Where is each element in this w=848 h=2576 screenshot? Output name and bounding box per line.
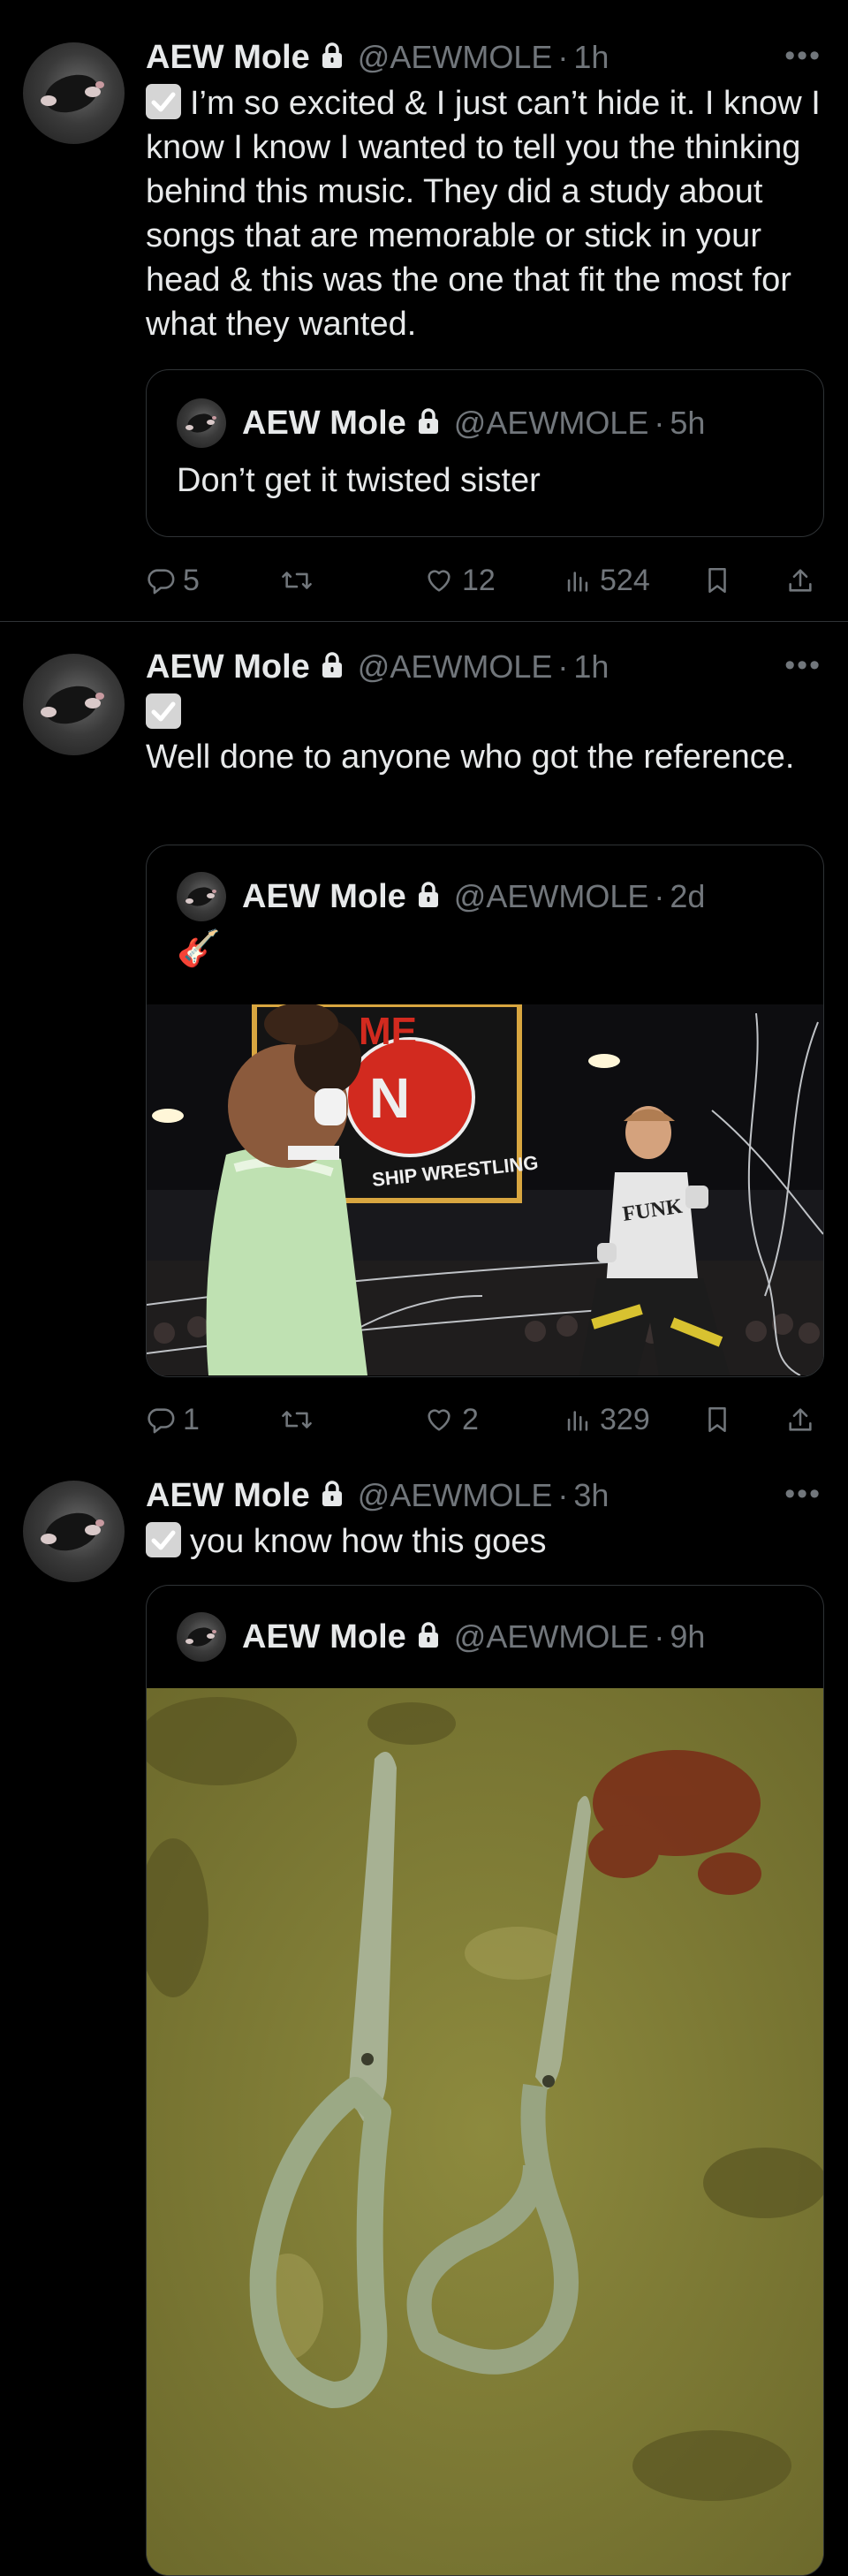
quoted-tweet[interactable]: AEW Mole @AEWMOLE · 9h <box>146 1585 824 2576</box>
reply-icon <box>148 569 175 595</box>
quoted-time: 5h <box>670 405 706 441</box>
tweet-header: AEW Mole @AEWMOLE · 1h <box>146 648 610 686</box>
reply-button[interactable]: 1 <box>146 1398 200 1442</box>
share-button[interactable] <box>785 558 822 602</box>
quoted-author-handle: @AEWMOLE <box>453 878 649 914</box>
banner-text-top: ME <box>359 1010 417 1053</box>
quoted-header: AEW Mole @AEWMOLE · 9h <box>177 1612 705 1662</box>
check-box-emoji <box>146 1522 181 1557</box>
separator-dot: · <box>557 39 569 75</box>
like-button[interactable]: 12 <box>423 558 496 602</box>
bookmark-button[interactable] <box>702 558 739 602</box>
lock-icon <box>417 1621 440 1653</box>
reply-button[interactable]: 5 <box>146 558 200 602</box>
tweet-header: AEW Mole @AEWMOLE · 1h <box>146 35 609 80</box>
quoted-tweet[interactable]: AEW Mole @AEWMOLE · 2d 🎸 ME N SHIP WREST… <box>146 845 824 1377</box>
author-handle[interactable]: @AEWMOLE <box>358 39 553 76</box>
bookmark-icon <box>708 1406 726 1433</box>
quoted-time: 2d <box>670 878 706 914</box>
share-icon <box>789 1408 812 1431</box>
author-handle[interactable]: @AEWMOLE <box>358 648 553 686</box>
bookmark-icon <box>708 567 726 594</box>
like-count: 12 <box>462 563 496 597</box>
tweet-header: AEW Mole @AEWMOLE · 3h <box>146 1476 610 1515</box>
view-count: 524 <box>600 563 650 597</box>
tweet-text-body: Well done to anyone who got the referenc… <box>146 739 795 776</box>
more-icon[interactable]: ••• <box>784 39 822 73</box>
tweet-text: I’m so excited & I just can’t hide it. I… <box>146 81 835 346</box>
heart-icon <box>428 570 450 592</box>
action-bar: 5 12 524 <box>146 558 826 602</box>
tweet-1[interactable]: AEW Mole @AEWMOLE · 1h ••• I’m so excite… <box>0 0 848 618</box>
views-icon <box>567 572 588 592</box>
lock-icon <box>417 407 440 439</box>
author-handle[interactable]: @AEWMOLE <box>358 1477 553 1514</box>
tweet-text-body: you know how this goes <box>190 1523 547 1560</box>
tweet-text-body: I’m so excited & I just can’t hide it. I… <box>146 85 821 343</box>
lock-icon <box>321 42 344 73</box>
tweet-2[interactable]: AEW Mole @AEWMOLE · 1h ••• Well done to … <box>0 622 848 1452</box>
quoted-avatar <box>177 872 226 921</box>
views-button[interactable]: 524 <box>563 558 650 602</box>
view-count: 329 <box>600 1402 650 1436</box>
scissors-photo[interactable] <box>147 1688 823 2575</box>
bookmark-button[interactable] <box>702 1398 739 1442</box>
lock-icon <box>321 1480 344 1512</box>
quoted-header: AEW Mole @AEWMOLE · 2d <box>177 872 705 921</box>
author-name[interactable]: AEW Mole <box>146 39 310 77</box>
repost-button[interactable] <box>280 1398 321 1442</box>
tweet-time[interactable]: 3h <box>573 1477 609 1514</box>
lock-icon <box>417 881 440 913</box>
repost-icon <box>282 572 312 589</box>
more-icon[interactable]: ••• <box>784 648 822 683</box>
svg-text:N: N <box>369 1066 410 1130</box>
guitar-emoji: 🎸 <box>177 929 221 968</box>
quoted-author-handle: @AEWMOLE <box>453 405 649 441</box>
tweet-time[interactable]: 1h <box>573 39 609 76</box>
quoted-avatar <box>177 1612 226 1662</box>
more-icon[interactable]: ••• <box>784 1477 822 1512</box>
wrestling-photo[interactable]: ME N SHIP WRESTLING FUNK <box>147 1004 823 1375</box>
tweet-3[interactable]: AEW Mole @AEWMOLE · 3h ••• you know how … <box>0 1452 848 2576</box>
tweet-text: you know how this goes <box>146 1519 835 1564</box>
mole-avatar[interactable] <box>23 42 125 144</box>
reply-count: 5 <box>183 563 200 597</box>
views-button[interactable]: 329 <box>563 1398 650 1442</box>
lock-icon <box>321 651 344 683</box>
author-name[interactable]: AEW Mole <box>146 1477 310 1515</box>
quoted-author-name: AEW Mole <box>242 404 406 442</box>
quoted-time: 9h <box>670 1618 706 1655</box>
repost-button[interactable] <box>280 558 321 602</box>
tweet-time[interactable]: 1h <box>573 648 609 686</box>
heart-icon <box>428 1409 450 1431</box>
action-bar: 1 2 329 <box>146 1398 826 1442</box>
author-name[interactable]: AEW Mole <box>146 648 310 686</box>
like-count: 2 <box>462 1402 479 1436</box>
quoted-author-name: AEW Mole <box>242 877 406 915</box>
quoted-author-handle: @AEWMOLE <box>453 1618 649 1655</box>
share-icon <box>789 569 812 592</box>
reply-count: 1 <box>183 1402 200 1436</box>
check-box-emoji <box>146 693 181 729</box>
quoted-header: AEW Mole @AEWMOLE · 5h <box>177 398 705 448</box>
quoted-author-name: AEW Mole <box>242 1618 406 1655</box>
repost-icon <box>282 1411 312 1428</box>
tweet-text: Well done to anyone who got the referenc… <box>146 691 835 779</box>
like-button[interactable]: 2 <box>423 1398 479 1442</box>
share-button[interactable] <box>785 1398 822 1442</box>
mole-avatar[interactable] <box>23 654 125 755</box>
check-box-emoji <box>146 84 181 119</box>
quoted-tweet[interactable]: AEW Mole @AEWMOLE · 5h Don’t get it twis… <box>146 369 824 537</box>
quoted-avatar <box>177 398 226 448</box>
views-icon <box>567 1411 588 1431</box>
mole-avatar[interactable] <box>23 1481 125 1582</box>
quoted-text: Don’t get it twisted sister <box>177 462 541 499</box>
reply-icon <box>148 1408 175 1434</box>
